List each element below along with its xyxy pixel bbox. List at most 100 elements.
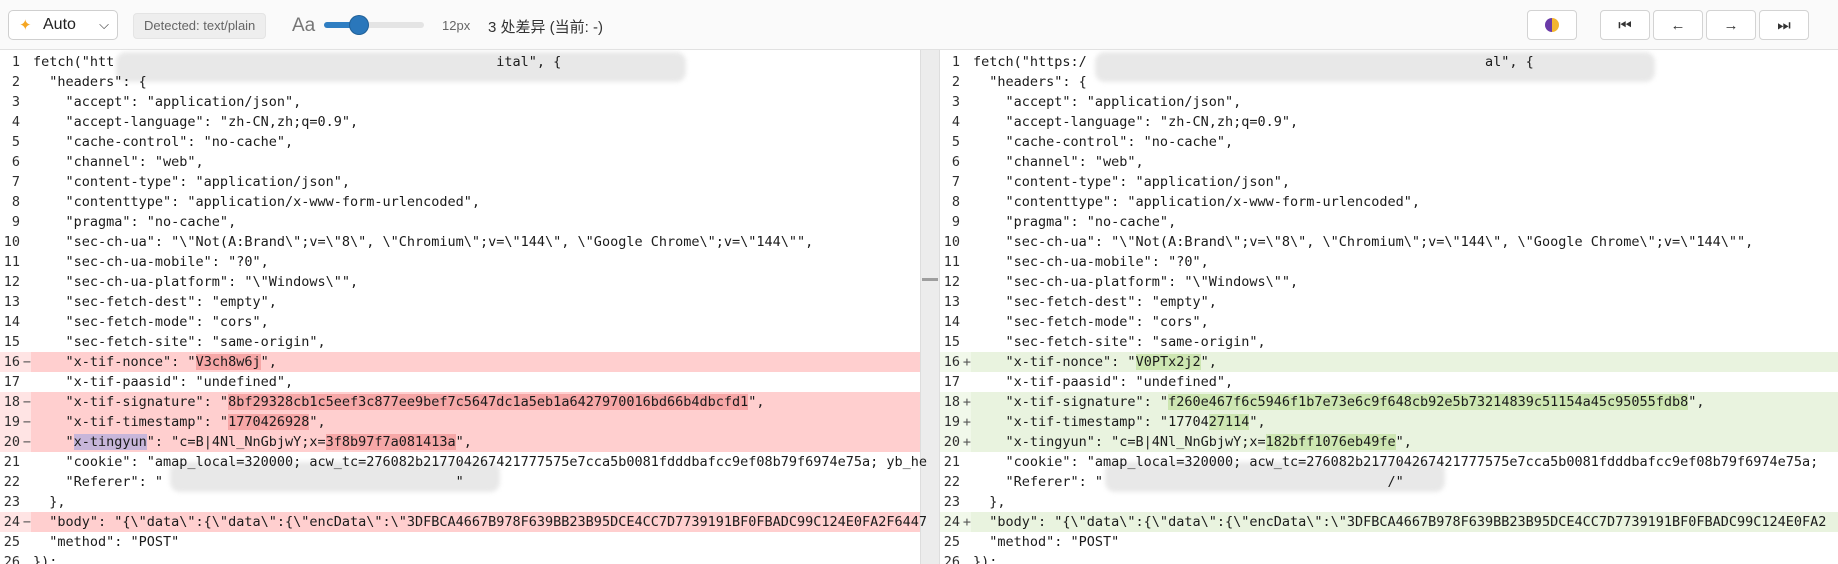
code-line[interactable]: 8 "contenttype": "application/x-www-form… — [940, 192, 1838, 212]
last-diff-button[interactable]: ⏭ — [1759, 10, 1809, 40]
code-text: "Referer": " " — [33, 472, 464, 492]
code-line[interactable]: 10 "sec-ch-ua": "\"Not(A:Brand\";v=\"8\"… — [0, 232, 935, 252]
code-text: "x-tif-signature": "8bf29328cb1c5eef3c87… — [33, 392, 765, 412]
skip-last-icon: ⏭ — [1777, 16, 1791, 34]
code-line[interactable]: 15 "sec-fetch-site": "same-origin", — [0, 332, 935, 352]
code-line[interactable]: 10 "sec-ch-ua": "\"Not(A:Brand\";v=\"8\"… — [940, 232, 1838, 252]
line-number: 8 — [951, 194, 960, 210]
code-segment: "x-tif-signature": " — [973, 394, 1169, 410]
line-number: 19 — [943, 414, 960, 430]
code-line[interactable]: 12 "sec-ch-ua-platform": "\"Windows\"", — [940, 272, 1838, 292]
deleted-line[interactable]: 16− "x-tif-nonce": "V3ch8w6j", — [0, 352, 935, 372]
chevron-down-icon: ⌵ — [99, 17, 109, 32]
code-line[interactable]: 5 "cache-control": "no-cache", — [940, 132, 1838, 152]
code-line[interactable]: 15 "sec-fetch-site": "same-origin", — [940, 332, 1838, 352]
code-text: "accept": "application/json", — [33, 92, 302, 112]
code-line[interactable]: 22 "Referer": " /" — [940, 472, 1838, 492]
code-line[interactable]: 4 "accept-language": "zh-CN,zh;q=0.9", — [940, 112, 1838, 132]
code-segment: }); — [33, 554, 58, 564]
code-line[interactable]: 3 "accept": "application/json", — [0, 92, 935, 112]
added-line[interactable]: 20 + "x-tingyun": "c=B|4Nl_NnGbjwY;x=182b… — [940, 432, 1838, 452]
pane-divider[interactable] — [920, 50, 940, 564]
modified-editor-pane[interactable]: 1 fetch("https:/ al", {2 "headers": {3 "a… — [940, 50, 1838, 564]
line-number: 9 — [11, 214, 20, 230]
next-diff-button[interactable]: → — [1706, 10, 1756, 40]
language-mode-select[interactable]: ✦ Auto ⌵ — [8, 10, 118, 40]
line-number: 7 — [951, 174, 960, 190]
code-line[interactable]: 23 }, — [940, 492, 1838, 512]
code-line[interactable]: 14 "sec-fetch-mode": "cors", — [940, 312, 1838, 332]
code-text: "accept": "application/json", — [973, 92, 1242, 112]
code-text: "sec-fetch-site": "same-origin", — [973, 332, 1266, 352]
code-segment: "cache-control": "no-cache", — [973, 134, 1234, 150]
code-line[interactable]: 17 "x-tif-paasid": "undefined", — [0, 372, 935, 392]
code-text: "x-tif-nonce": "V3ch8w6j", — [33, 352, 277, 372]
changed-value-highlight: 182bff1076eb49fe — [1265, 434, 1396, 450]
slider-thumb[interactable] — [350, 16, 368, 34]
code-line[interactable]: 5 "cache-control": "no-cache", — [0, 132, 935, 152]
code-line[interactable]: 9 "pragma": "no-cache", — [0, 212, 935, 232]
diff-toolbar: ✦ Auto ⌵ Detected: text/plain Aa 12px 3 … — [0, 0, 1838, 50]
code-text: "cache-control": "no-cache", — [973, 132, 1234, 152]
code-line[interactable]: 21 "cookie": "amap_local=320000; acw_tc=… — [0, 452, 935, 472]
code-line[interactable]: 26}); — [0, 552, 935, 564]
code-line[interactable]: 25 "method": "POST" — [0, 532, 935, 552]
code-line[interactable]: 1 fetch("htt ital", { — [0, 52, 935, 72]
code-segment: }, — [33, 494, 66, 510]
added-line[interactable]: 19 + "x-tif-timestamp": "1770427114", — [940, 412, 1838, 432]
code-line[interactable]: 14 "sec-fetch-mode": "cors", — [0, 312, 935, 332]
code-line[interactable]: 7 "content-type": "application/json", — [940, 172, 1838, 192]
detected-type-badge: Detected: text/plain — [133, 13, 267, 39]
code-line[interactable]: 4 "accept-language": "zh-CN,zh;q=0.9", — [0, 112, 935, 132]
line-number: 12 — [3, 274, 20, 290]
line-number: 6 — [951, 154, 960, 170]
changed-value-highlight: 1770426928 — [228, 414, 310, 430]
code-line[interactable]: 23 }, — [0, 492, 935, 512]
code-segment: "headers": { — [973, 74, 1087, 90]
scrollbar-thumb[interactable] — [922, 278, 938, 281]
deleted-line[interactable]: 18− "x-tif-signature": "8bf29328cb1c5eef… — [0, 392, 935, 412]
code-text: "pragma": "no-cache", — [33, 212, 237, 232]
code-line[interactable]: 9 "pragma": "no-cache", — [940, 212, 1838, 232]
code-line[interactable]: 11 "sec-ch-ua-mobile": "?0", — [940, 252, 1838, 272]
first-diff-button[interactable]: ⏮ — [1600, 10, 1650, 40]
code-line[interactable]: 8 "contenttype": "application/x-www-form… — [0, 192, 935, 212]
code-line[interactable]: 3 "accept": "application/json", — [940, 92, 1838, 112]
deleted-line[interactable]: 19− "x-tif-timestamp": "1770426928", — [0, 412, 935, 432]
added-line[interactable]: 16 + "x-tif-nonce": "V0PTx2j2", — [940, 352, 1838, 372]
code-line[interactable]: 17 "x-tif-paasid": "undefined", — [940, 372, 1838, 392]
code-segment: }); — [973, 554, 998, 564]
code-text: "cookie": "amap_local=320000; acw_tc=276… — [33, 452, 928, 472]
added-line[interactable]: 18 + "x-tif-signature": "f260e467f6c5946f… — [940, 392, 1838, 412]
theme-toggle-button[interactable] — [1527, 10, 1577, 40]
code-segment: "sec-ch-ua-platform": "\"Windows\"", — [33, 274, 359, 290]
code-text: "channel": "web", — [33, 152, 204, 172]
code-line[interactable]: 25 "method": "POST" — [940, 532, 1838, 552]
code-line[interactable]: 1 fetch("https:/ al", { — [940, 52, 1838, 72]
code-text: }, — [973, 492, 1005, 512]
code-text: }); — [33, 552, 57, 564]
code-line[interactable]: 26}); — [940, 552, 1838, 564]
code-text: "cookie": "amap_local=320000; acw_tc=276… — [973, 452, 1819, 472]
font-size-slider[interactable] — [324, 15, 424, 35]
line-number: 19 — [3, 414, 20, 430]
added-line[interactable]: 24 + "body": "{\"data\":{\"data\":{\"encD… — [940, 512, 1838, 532]
code-line[interactable]: 13 "sec-fetch-dest": "empty", — [0, 292, 935, 312]
line-number: 22 — [3, 474, 20, 490]
code-segment: "contenttype": "application/x-www-form-u… — [33, 194, 481, 210]
code-line[interactable]: 12 "sec-ch-ua-platform": "\"Windows\"", — [0, 272, 935, 292]
code-line[interactable]: 11 "sec-ch-ua-mobile": "?0", — [0, 252, 935, 272]
deleted-line[interactable]: 20− "x-tingyun": "c=B|4Nl_NnGbjwY;x=3f8b… — [0, 432, 935, 452]
code-line[interactable]: 6 "channel": "web", — [940, 152, 1838, 172]
deleted-line[interactable]: 24− "body": "{\"data\":{\"data\":{\"encD… — [0, 512, 935, 532]
code-text: "contenttype": "application/x-www-form-u… — [973, 192, 1421, 212]
code-text: "x-tif-paasid": "undefined", — [33, 372, 294, 392]
line-number: 1 — [11, 54, 20, 70]
code-line[interactable]: 13 "sec-fetch-dest": "empty", — [940, 292, 1838, 312]
changed-value-highlight: V3ch8w6j — [195, 354, 261, 370]
code-line[interactable]: 6 "channel": "web", — [0, 152, 935, 172]
code-line[interactable]: 21 "cookie": "amap_local=320000; acw_tc=… — [940, 452, 1838, 472]
code-segment: fetch("htt ital", { — [33, 54, 562, 70]
code-line[interactable]: 7 "content-type": "application/json", — [0, 172, 935, 192]
prev-diff-button[interactable]: ← — [1653, 10, 1703, 40]
